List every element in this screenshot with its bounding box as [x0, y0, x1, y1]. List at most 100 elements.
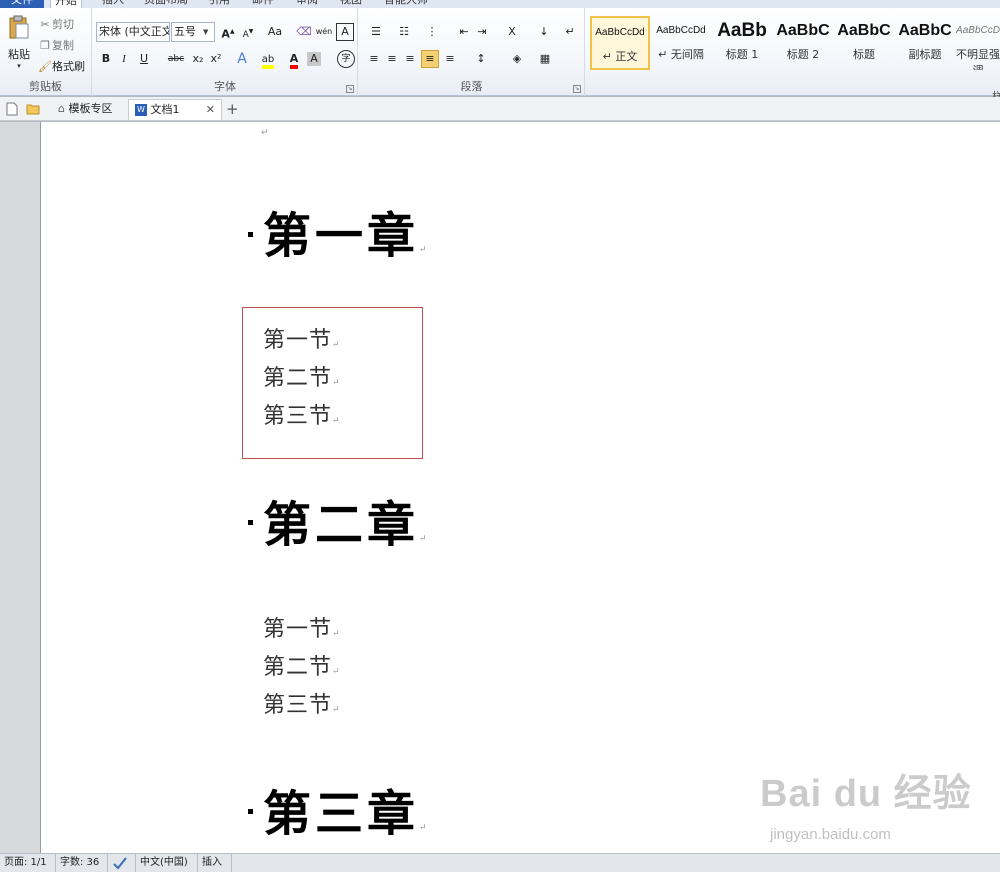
tab-page-layout[interactable]: 页面布局 — [140, 0, 192, 8]
tab-home[interactable]: 开始 — [50, 0, 82, 8]
tab-mailings[interactable]: 邮件 — [248, 0, 278, 8]
tab-document-1[interactable]: W 文档1 ✕ — [128, 99, 222, 120]
grow-font-button[interactable]: A▲ — [219, 23, 237, 41]
document-workspace: ↵ 第一章↵ 第一节↵ 第二节↵ 第三节↵ 第二章↵ 第一节↵ 第二节↵ 第三节… — [0, 122, 1000, 853]
underline-button[interactable]: U — [135, 50, 153, 68]
style-normal[interactable]: AaBbCcDd ↵ 正文 — [590, 16, 650, 70]
heading-chapter-2[interactable]: 第二章↵ — [263, 499, 427, 565]
font-color-button[interactable]: A — [285, 50, 303, 69]
tab-template-zone[interactable]: ⌂ 模板专区 — [50, 99, 126, 120]
subscript-icon: x₂ — [192, 52, 204, 65]
distributed-button[interactable]: ≡ — [441, 50, 459, 68]
section-line[interactable]: 第一节↵ — [263, 617, 340, 647]
superscript-button[interactable]: x² — [207, 50, 225, 68]
bold-button[interactable]: B — [97, 50, 115, 68]
style-name: ↵ 正文 — [602, 50, 638, 63]
char-shading-button[interactable]: A — [307, 52, 321, 66]
show-marks-button[interactable]: ↵ — [561, 23, 579, 41]
borders-button[interactable]: ▦ — [533, 50, 557, 68]
cut-button[interactable]: ✂ 剪切 — [38, 16, 74, 32]
status-language[interactable]: 中文(中国) — [136, 854, 198, 872]
highlight-button[interactable]: ab — [257, 50, 279, 69]
spellcheck-icon[interactable] — [108, 854, 136, 872]
document-page[interactable]: ↵ 第一章↵ 第一节↵ 第二节↵ 第三节↵ 第二章↵ 第一节↵ 第二节↵ 第三节… — [40, 122, 1000, 853]
paste-button[interactable]: 粘贴 ▾ — [4, 14, 34, 72]
style-heading-2[interactable]: AaBbC 标题 2 — [773, 16, 833, 70]
copy-button[interactable]: ❐ 复制 — [38, 37, 74, 53]
chinese-layout-icon: X — [508, 25, 516, 38]
change-case-button[interactable]: Aa — [263, 23, 287, 41]
tab-view[interactable]: 视图 — [336, 0, 366, 8]
format-painter-button[interactable]: 🖌 格式刷 — [38, 58, 85, 74]
cut-label: 剪切 — [52, 18, 74, 31]
add-tab-button[interactable]: + — [226, 99, 242, 120]
shrink-font-button[interactable]: A▼ — [239, 23, 257, 41]
word-doc-icon: W — [135, 104, 147, 116]
text-effects-icon: A — [237, 51, 247, 67]
phonetic-guide-button[interactable]: wén — [315, 23, 333, 41]
font-name-combo[interactable]: 宋体 (中文正文) — [96, 22, 170, 42]
align-center-icon: ≡ — [387, 52, 397, 65]
strikethrough-button[interactable]: abc — [165, 50, 187, 68]
paragraph-dialog-launcher-icon[interactable]: ↘ — [573, 85, 581, 93]
style-heading-1[interactable]: AaBb 标题 1 — [712, 16, 772, 70]
paragraph-mark: ↵ — [419, 534, 427, 544]
clear-format-button[interactable]: ⌫ — [295, 23, 313, 41]
style-subtle-emphasis[interactable]: AaBbCcD 不明显强调 — [956, 16, 1000, 70]
align-center-button[interactable]: ≡ — [383, 50, 401, 68]
decrease-indent-button[interactable]: ⇤ — [455, 23, 473, 41]
tab-references[interactable]: 引用 — [204, 0, 234, 8]
section-text: 第二节 — [263, 366, 333, 391]
section-line[interactable]: 第三节↵ — [263, 404, 340, 434]
status-page-count[interactable]: 页面: 1/1 — [0, 854, 56, 872]
chinese-layout-button[interactable]: X — [501, 23, 523, 41]
tab-smart-master[interactable]: 智能大师 — [380, 0, 432, 8]
font-dialog-launcher-icon[interactable]: ↘ — [346, 85, 354, 93]
section-line[interactable]: 第三节↵ — [263, 693, 340, 723]
enclose-char-button[interactable]: 字 — [337, 50, 355, 68]
char-border-button[interactable]: A — [336, 23, 354, 41]
justify-button[interactable]: ≡ — [421, 50, 439, 68]
subscript-button[interactable]: x₂ — [189, 50, 207, 68]
ribbon: 粘贴 ▾ ✂ 剪切 ❐ 复制 🖌 格式刷 剪贴板 宋体 (中文正文) 五号 ▼ … — [0, 8, 1000, 103]
tab-file[interactable]: 文件 — [0, 0, 44, 8]
status-word-count[interactable]: 字数: 36 — [56, 854, 108, 872]
plus-icon: + — [226, 100, 239, 118]
new-document-icon[interactable] — [6, 99, 20, 120]
chevron-down-icon: ▼ — [203, 28, 209, 36]
style-subtitle[interactable]: AaBbC 副标题 — [895, 16, 955, 70]
text-effects-button[interactable]: A — [233, 50, 251, 68]
section-line[interactable]: 第一节↵ — [263, 328, 340, 358]
section-line[interactable]: 第二节↵ — [263, 366, 340, 396]
multilevel-list-button[interactable]: ⋮ — [421, 23, 443, 41]
style-title[interactable]: AaBbC 标题 — [834, 16, 894, 70]
numbering-button[interactable]: ☷ — [393, 23, 415, 41]
paragraph-mark: ↵ — [261, 128, 269, 138]
bullets-button[interactable]: ☰ — [365, 23, 387, 41]
shading-button[interactable]: ◈ — [505, 50, 529, 68]
style-name: 副标题 — [908, 48, 942, 61]
italic-icon: I — [122, 53, 126, 65]
ribbon-tab-strip: 文件 开始 插入 页面布局 引用 邮件 审阅 视图 智能大师 — [0, 0, 1000, 8]
close-icon[interactable]: ✕ — [206, 100, 215, 120]
line-spacing-button[interactable]: ↕ — [469, 50, 493, 68]
paste-label: 粘贴 — [8, 48, 30, 61]
distributed-icon: ≡ — [445, 52, 455, 65]
section-line[interactable]: 第二节↵ — [263, 655, 340, 685]
tab-insert[interactable]: 插入 — [98, 0, 128, 8]
heading-chapter-1[interactable]: 第一章↵ — [263, 210, 427, 276]
align-left-button[interactable]: ≡ — [365, 50, 383, 68]
status-insert-mode[interactable]: 插入 — [198, 854, 232, 872]
sort-button[interactable]: ↓ — [535, 23, 553, 41]
tab-review[interactable]: 审阅 — [292, 0, 322, 8]
styles-gallery: AaBbCcDd ↵ 正文 AaBbCcDd ↵ 无间隔 AaBb 标题 1 A… — [588, 14, 1000, 103]
increase-indent-button[interactable]: ⇥ — [473, 23, 491, 41]
change-case-icon: Aa — [267, 25, 283, 38]
align-right-button[interactable]: ≡ — [401, 50, 419, 68]
font-size-combo[interactable]: 五号 ▼ — [171, 22, 215, 42]
style-no-spacing[interactable]: AaBbCcDd ↵ 无间隔 — [651, 16, 711, 70]
open-folder-icon[interactable] — [26, 99, 42, 120]
heading-chapter-3[interactable]: 第三章↵ — [263, 788, 427, 853]
italic-button[interactable]: I — [115, 50, 133, 68]
superscript-icon: x² — [210, 52, 222, 65]
